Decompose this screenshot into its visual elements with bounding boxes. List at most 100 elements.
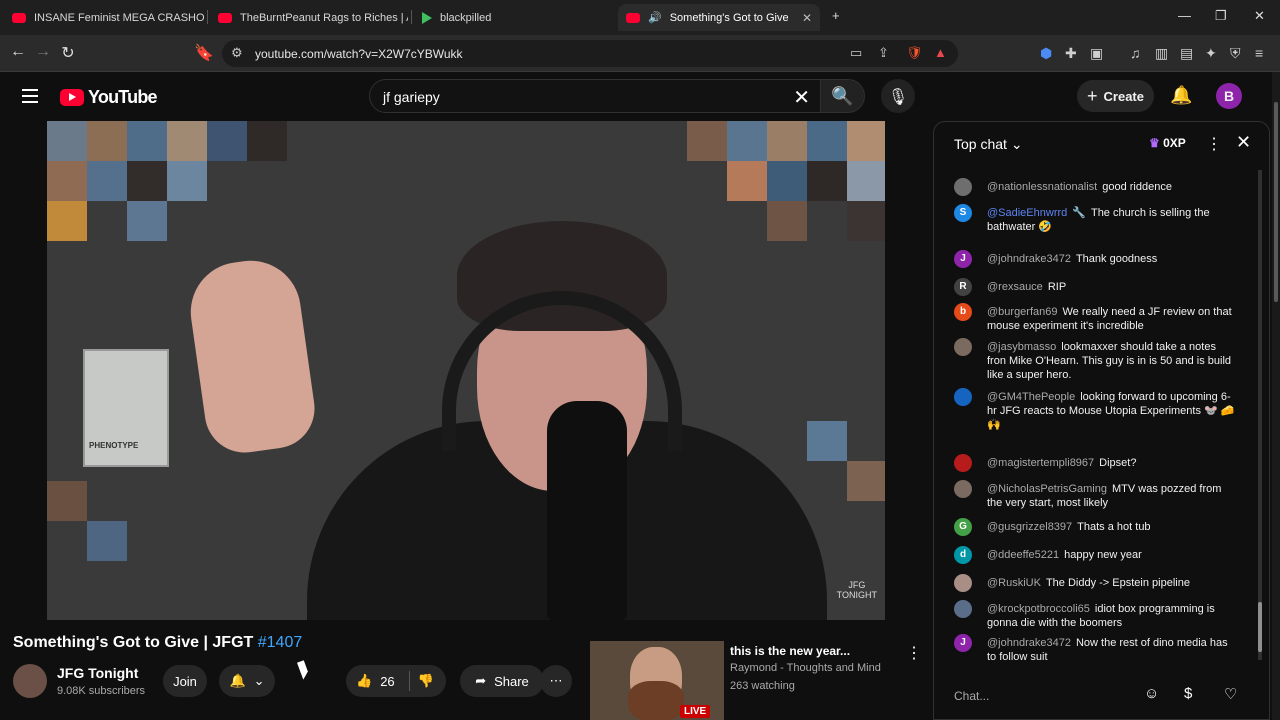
join-button[interactable]: Join: [163, 665, 207, 697]
close-chat-icon[interactable]: ✕: [1236, 132, 1251, 153]
xp-badge[interactable]: ♛ 0XP: [1149, 136, 1186, 150]
like-button[interactable]: 👍 26: [356, 673, 395, 689]
chat-author[interactable]: @gusgrizzel8397: [987, 521, 1072, 533]
voice-search-button[interactable]: 🎙: [881, 79, 915, 113]
search-box[interactable]: jf gariepy ✕: [369, 79, 821, 113]
chat-avatar[interactable]: b: [954, 303, 972, 321]
wall-tile: [807, 161, 847, 201]
page-scrollbar[interactable]: [1272, 72, 1280, 720]
media-icon[interactable]: ♫: [1130, 45, 1141, 61]
chat-mode-dropdown[interactable]: Top chat ⌄: [954, 136, 1023, 153]
hashtag-link[interactable]: #1407: [258, 634, 303, 651]
chat-author[interactable]: @NicholasPetrisGaming: [987, 483, 1107, 495]
chat-author[interactable]: @RuskiUK: [987, 577, 1041, 589]
forward-icon[interactable]: →: [33, 43, 53, 61]
chat-avatar[interactable]: [954, 388, 972, 406]
restore-icon[interactable]: ❐: [1215, 8, 1227, 24]
chat-author[interactable]: @johndrake3472: [987, 253, 1071, 265]
chat-author[interactable]: @jasybmasso: [987, 341, 1056, 353]
hamburger-menu-icon[interactable]: [22, 89, 38, 107]
channel-name[interactable]: JFG Tonight: [57, 665, 138, 681]
chat-text: Thats a hot tub: [1077, 521, 1151, 533]
wallet-card-icon[interactable]: ▤: [1180, 45, 1193, 62]
chat-scrollbar-thumb[interactable]: [1258, 602, 1262, 652]
video-player[interactable]: PHENOTYPE JFG TONIGHT: [47, 121, 885, 620]
chat-avatar[interactable]: d: [954, 546, 972, 564]
chat-avatar[interactable]: S: [954, 204, 972, 222]
reload-icon[interactable]: ↻: [58, 43, 78, 63]
recommended-video-title[interactable]: this is the new year...: [730, 644, 850, 658]
heart-icon[interactable]: ♡: [1224, 685, 1237, 703]
wall-tile: [847, 121, 885, 161]
more-vertical-icon[interactable]: ⋮: [906, 643, 922, 663]
share-button[interactable]: ➦ Share: [460, 665, 544, 697]
create-button[interactable]: + Create: [1077, 80, 1154, 112]
chat-avatar[interactable]: [954, 600, 972, 618]
chat-avatar[interactable]: [954, 338, 972, 356]
new-tab-button[interactable]: +: [832, 8, 840, 23]
chat-author[interactable]: @johndrake3472: [987, 637, 1071, 649]
chat-scrollbar[interactable]: [1258, 170, 1262, 660]
brave-shields-icon[interactable]: 🛡: [906, 45, 923, 61]
chat-author[interactable]: @burgerfan69: [987, 306, 1058, 318]
leo-icon[interactable]: ✦: [1205, 45, 1217, 62]
like-dislike-group: 👍 26 👎: [346, 665, 446, 697]
url-text[interactable]: youtube.com/watch?v=X2W7cYBWukk: [255, 47, 463, 61]
account-avatar[interactable]: B: [1216, 83, 1242, 109]
chat-avatar[interactable]: [954, 454, 972, 472]
chat-avatar[interactable]: G: [954, 518, 972, 536]
chat-more-icon[interactable]: ⋮: [1206, 134, 1222, 154]
more-actions-button[interactable]: ⋯: [540, 665, 572, 697]
chat-mode-label: Top chat: [954, 136, 1007, 152]
chat-avatar[interactable]: [954, 178, 972, 196]
wall-tile: [47, 201, 87, 241]
wall-tile: [807, 421, 847, 461]
chat-author[interactable]: @rexsauce: [987, 281, 1043, 293]
subscribed-notifications-button[interactable]: 🔔 ⌄: [219, 665, 275, 697]
chat-author[interactable]: @magistertempli8967: [987, 457, 1094, 469]
notifications-bell-icon[interactable]: 🔔: [1170, 85, 1192, 106]
chat-avatar[interactable]: J: [954, 634, 972, 652]
page-scrollbar-thumb[interactable]: [1274, 102, 1278, 302]
chat-author[interactable]: @GM4ThePeople: [987, 391, 1075, 403]
browser-tab-2[interactable]: TheBurntPeanut Rags to Riches | ARC: [210, 4, 408, 31]
brave-rewards-icon[interactable]: ▲: [934, 45, 947, 60]
chat-author[interactable]: @ddeeffe5221: [987, 549, 1059, 561]
vpn-icon[interactable]: ⬢: [1040, 45, 1052, 62]
back-icon[interactable]: ←: [8, 43, 28, 61]
address-bar[interactable]: ⚙ youtube.com/watch?v=X2W7cYBWukk ▭ ⇪ 🛡 …: [222, 40, 958, 67]
chat-avatar[interactable]: [954, 574, 972, 592]
close-tab-icon[interactable]: ✕: [802, 11, 812, 25]
bookmark-icon[interactable]: 🔖: [194, 43, 214, 63]
chat-author[interactable]: @SadieEhnwrrd: [987, 207, 1067, 219]
extensions-icon[interactable]: ✚: [1065, 45, 1077, 62]
mouse-cursor: [297, 660, 310, 680]
youtube-logo[interactable]: YouTube: [60, 87, 158, 108]
search-input[interactable]: jf gariepy: [383, 89, 440, 105]
minimize-icon[interactable]: —: [1178, 8, 1191, 23]
super-chat-icon[interactable]: $: [1184, 685, 1192, 702]
chat-input[interactable]: Chat...: [954, 682, 1144, 710]
chat-author[interactable]: @nationlessnationalist: [987, 181, 1097, 193]
sidebar-icon[interactable]: ▥: [1155, 45, 1168, 62]
vpn-shield-icon[interactable]: ⛨: [1230, 45, 1241, 62]
cast-icon[interactable]: ▭: [850, 45, 862, 61]
browser-tab-3[interactable]: blackpilled: [414, 4, 614, 31]
chat-author[interactable]: @krockpotbroccoli65: [987, 603, 1090, 615]
browser-tab-1[interactable]: INSANE Feminist MEGA CRASHOUT: [4, 4, 204, 31]
site-settings-icon[interactable]: ⚙: [231, 45, 243, 61]
clear-search-icon[interactable]: ✕: [793, 85, 810, 110]
chat-avatar[interactable]: J: [954, 250, 972, 268]
thumbs-down-icon[interactable]: 👎: [418, 673, 434, 689]
chat-avatar[interactable]: R: [954, 278, 972, 296]
recommended-channel-name[interactable]: Raymond - Thoughts and Mind: [730, 662, 881, 674]
wallet-icon[interactable]: ▣: [1090, 45, 1103, 62]
menu-icon[interactable]: ≡: [1255, 45, 1263, 61]
emoji-icon[interactable]: ☺: [1144, 685, 1159, 702]
share-page-icon[interactable]: ⇪: [878, 45, 889, 61]
close-window-icon[interactable]: ✕: [1254, 8, 1265, 24]
channel-avatar[interactable]: [13, 664, 47, 698]
chat-avatar[interactable]: [954, 480, 972, 498]
browser-tab-active[interactable]: 🔊 Something's Got to Give | JFG ✕: [618, 4, 820, 31]
search-button[interactable]: 🔍: [821, 79, 865, 113]
